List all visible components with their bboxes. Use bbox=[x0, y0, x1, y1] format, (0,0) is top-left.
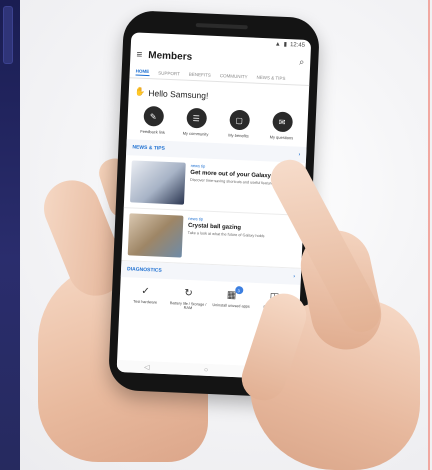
notification-badge: 3 bbox=[234, 285, 243, 295]
right-border-line bbox=[428, 0, 430, 470]
tip-thumbnail-image bbox=[129, 160, 186, 205]
diagnostics-section-title: DIAGNOSTICS bbox=[126, 266, 162, 274]
benefits-icon: ▢ bbox=[228, 109, 250, 131]
quick-action-label: My community bbox=[182, 130, 209, 137]
quick-action-label: Feedback link bbox=[140, 128, 166, 135]
tab-home[interactable]: HOME bbox=[135, 67, 150, 76]
diagnostic-uninstall-apps[interactable]: 3 ▦ Uninstall unused apps bbox=[210, 285, 253, 313]
tab-news-tips[interactable]: NEWS & TIPS bbox=[256, 74, 285, 80]
home-nav-icon[interactable]: ○ bbox=[204, 366, 209, 373]
refresh-icon: ↻ bbox=[184, 287, 193, 300]
quick-action-community[interactable]: ☰ My community bbox=[175, 107, 216, 137]
diagnostic-test-hardware[interactable]: ✓ Test hardware bbox=[124, 285, 167, 309]
tip-description: Discover time-saving shortcuts and usefu… bbox=[189, 177, 276, 186]
diagnostic-battery-storage[interactable]: ↻ Battery life / Storage / RAM bbox=[167, 287, 210, 311]
tab-support[interactable]: SUPPORT bbox=[158, 70, 180, 76]
status-time: 12:45 bbox=[289, 41, 306, 49]
back-nav-icon[interactable]: ◁ bbox=[144, 363, 150, 371]
signal-icon: ▲ bbox=[274, 41, 281, 48]
feedback-icon: ✎ bbox=[142, 105, 164, 127]
check-icon: ✓ bbox=[141, 285, 151, 298]
tip-description: Take a look at what the future of Galaxy… bbox=[187, 230, 265, 239]
chat-icon: ✉ bbox=[271, 111, 293, 133]
quick-action-benefits[interactable]: ▢ My benefits bbox=[218, 109, 259, 139]
quick-action-questions[interactable]: ✉ My questions bbox=[261, 111, 302, 141]
tip-text: news tip Get more out of your Galaxy Dis… bbox=[189, 163, 276, 209]
quick-action-label: My benefits bbox=[228, 132, 249, 139]
tab-benefits[interactable]: BENEFITS bbox=[189, 71, 211, 77]
battery-icon: ▮ bbox=[283, 41, 288, 49]
diagnostic-label: Test hardware bbox=[133, 299, 158, 305]
quick-action-feedback[interactable]: ✎ Feedback link bbox=[133, 105, 174, 135]
diagnostic-label: Battery life / Storage / RAM bbox=[169, 301, 207, 311]
community-icon: ☰ bbox=[185, 107, 207, 129]
app-title: Members bbox=[148, 49, 193, 63]
diagnostic-label: Uninstall unused apps bbox=[212, 303, 250, 309]
tip-card[interactable]: news tip Crystal ball gazing Take a look… bbox=[121, 208, 304, 269]
tip-thumbnail-image bbox=[127, 213, 184, 258]
tab-community[interactable]: COMMUNITY bbox=[220, 73, 248, 79]
wave-hand-icon: ✋ bbox=[134, 86, 146, 97]
greeting-text: Hello Samsung! bbox=[148, 87, 209, 101]
left-decorative-band bbox=[0, 0, 20, 470]
search-icon[interactable]: ⌕ bbox=[299, 56, 304, 67]
tips-section-title: NEWS & TIPS bbox=[132, 144, 166, 152]
tip-text: news tip Crystal ball gazing Take a look… bbox=[187, 216, 266, 261]
quick-action-label: My questions bbox=[269, 134, 294, 141]
chevron-right-icon[interactable]: › bbox=[293, 274, 295, 280]
menu-icon[interactable]: ≡ bbox=[136, 49, 142, 60]
chevron-right-icon[interactable]: › bbox=[298, 152, 300, 158]
